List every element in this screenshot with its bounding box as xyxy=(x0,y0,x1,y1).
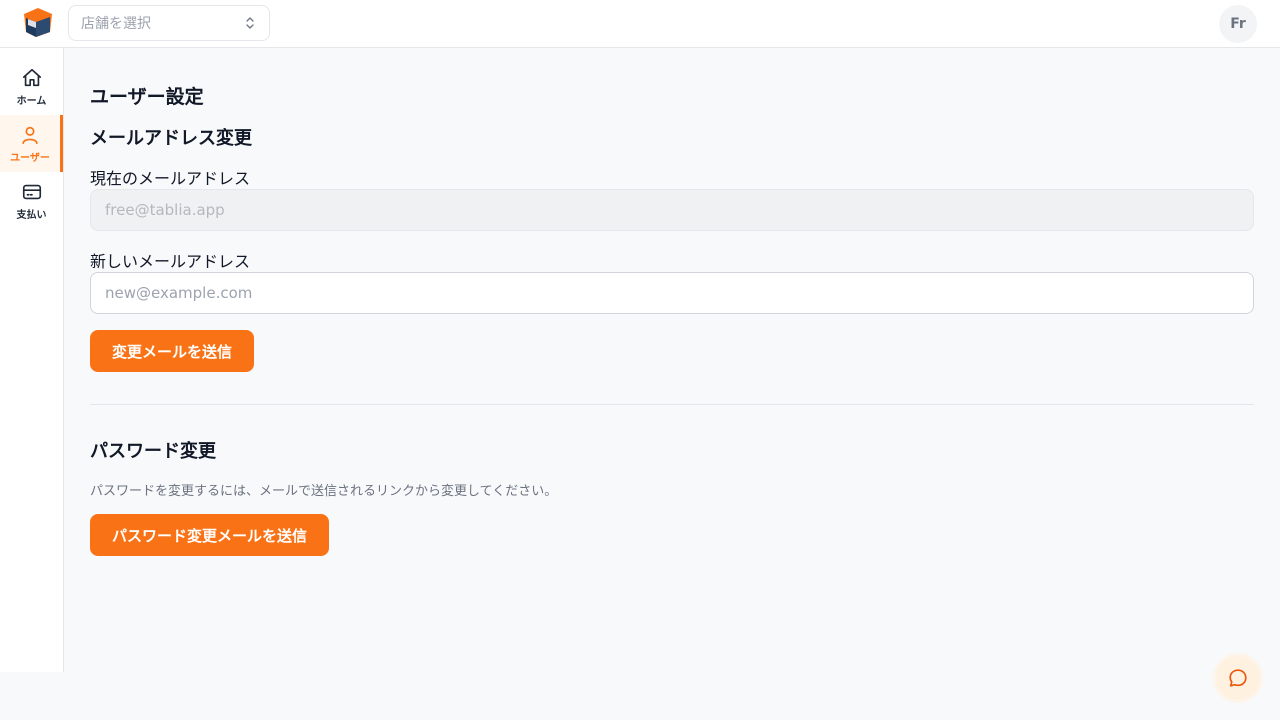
sidebar-item-label: 支払い xyxy=(16,209,47,221)
chevron-up-down-icon xyxy=(246,17,254,29)
avatar[interactable]: Fr xyxy=(1219,5,1257,43)
sidebar-item-label: ユーザー xyxy=(10,152,50,164)
chat-button[interactable] xyxy=(1216,656,1260,700)
sidebar-item-label: ホーム xyxy=(16,95,47,107)
password-section-title: パスワード変更 xyxy=(90,441,216,462)
page-title: ユーザー設定 xyxy=(90,86,204,108)
credit-card-icon xyxy=(22,184,41,199)
home-icon xyxy=(22,68,41,86)
sidebar-item-home[interactable]: ホーム xyxy=(0,58,63,115)
store-select[interactable]: 店舗を選択 xyxy=(68,5,270,41)
sidebar-item-user[interactable]: ユーザー xyxy=(0,115,63,172)
logo-icon[interactable] xyxy=(20,4,56,40)
current-email-field xyxy=(90,189,1254,231)
current-email-label: 現在のメールアドレス xyxy=(90,169,251,188)
sidebar-item-payment[interactable]: 支払い xyxy=(0,172,63,229)
email-section-title: メールアドレス変更 xyxy=(90,128,252,149)
section-divider xyxy=(90,404,1254,405)
store-select-placeholder: 店舗を選択 xyxy=(81,16,151,32)
new-email-field[interactable] xyxy=(90,272,1254,314)
top-bar: 店舗を選択 Fr xyxy=(0,0,1280,48)
send-email-change-button[interactable]: 変更メールを送信 xyxy=(90,330,255,372)
sidebar: ホーム ユーザー 支払い xyxy=(0,48,64,672)
send-password-change-button[interactable]: パスワード変更メールを送信 xyxy=(90,514,330,556)
chat-bubble-icon xyxy=(1229,669,1247,687)
user-icon xyxy=(22,126,38,144)
password-hint: パスワードを変更するには、メールで送信されるリンクから変更してください。 xyxy=(90,484,558,499)
new-email-label: 新しいメールアドレス xyxy=(90,252,251,271)
